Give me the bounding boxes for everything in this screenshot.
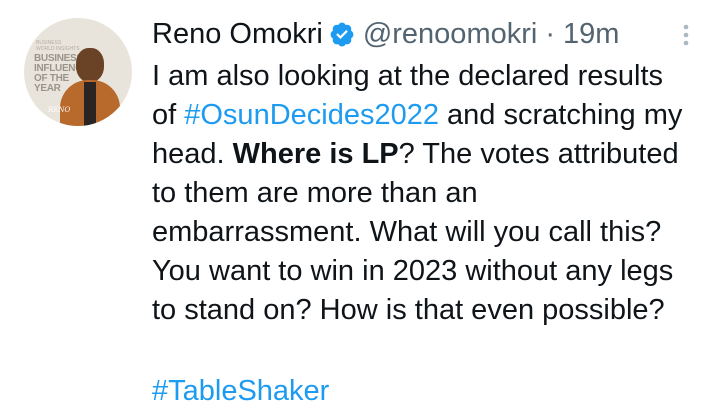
- tweet-text: I am also looking at the declared result…: [152, 57, 712, 330]
- tweet-line: to stand on? How is that even possible?: [152, 291, 712, 330]
- verified-badge-icon: [330, 22, 354, 47]
- tweet-text-segment: ? The votes attributed: [398, 138, 679, 170]
- author-handle[interactable]: @renoomokri: [363, 18, 538, 51]
- tweet-line: I am also looking at the declared result…: [152, 57, 712, 96]
- avatar[interactable]: BUSINESS WORLD INSIGHTS BUSINESS INFLUEN…: [24, 18, 132, 126]
- avatar-person-head: [76, 48, 104, 82]
- tweet-text-segment: embarrassment. What will you call this?: [152, 216, 662, 248]
- tweet-text-segment: I am also looking at the declared result…: [152, 60, 663, 92]
- tweet-text-segment: to them are more than an: [152, 177, 478, 209]
- separator-dot: ·: [545, 17, 555, 50]
- avatar-person-shirt: [84, 82, 96, 126]
- hashtag-osundecides2022-link[interactable]: #OsunDecides2022: [184, 99, 439, 131]
- avatar-cover-small-text: BUSINESS WORLD INSIGHTS: [36, 40, 80, 52]
- tweet-line: head. Where is LP? The votes attributed: [152, 135, 712, 174]
- tweet-line: to them are more than an: [152, 174, 712, 213]
- tweet-text-segment: to stand on? How is that even possible?: [152, 294, 665, 326]
- tweet-text-segment: of: [152, 99, 185, 131]
- tweet-header: Reno Omokri @renoomokri · 19m: [152, 14, 619, 54]
- tweet-timestamp[interactable]: 19m: [563, 18, 619, 51]
- author-name[interactable]: Reno Omokri: [152, 18, 323, 51]
- tweet-text-segment: and scratching my: [438, 99, 683, 131]
- tweet-line: of #OsunDecides2022 and scratching my: [152, 96, 712, 135]
- hashtag-tableshaker-link[interactable]: #TableShaker: [152, 372, 329, 411]
- tweet-line: embarrassment. What will you call this?: [152, 213, 712, 252]
- bold-text-segment: Where is LP: [232, 138, 399, 170]
- tweet[interactable]: BUSINESS WORLD INSIGHTS BUSINESS INFLUEN…: [0, 0, 720, 420]
- tweet-text-segment: You want to win in 2023 without any legs: [152, 255, 674, 287]
- more-options-icon[interactable]: [676, 20, 696, 50]
- avatar-signature: RENO: [48, 106, 71, 114]
- tweet-text-segment: head.: [152, 138, 233, 170]
- tweet-line: You want to win in 2023 without any legs: [152, 252, 712, 291]
